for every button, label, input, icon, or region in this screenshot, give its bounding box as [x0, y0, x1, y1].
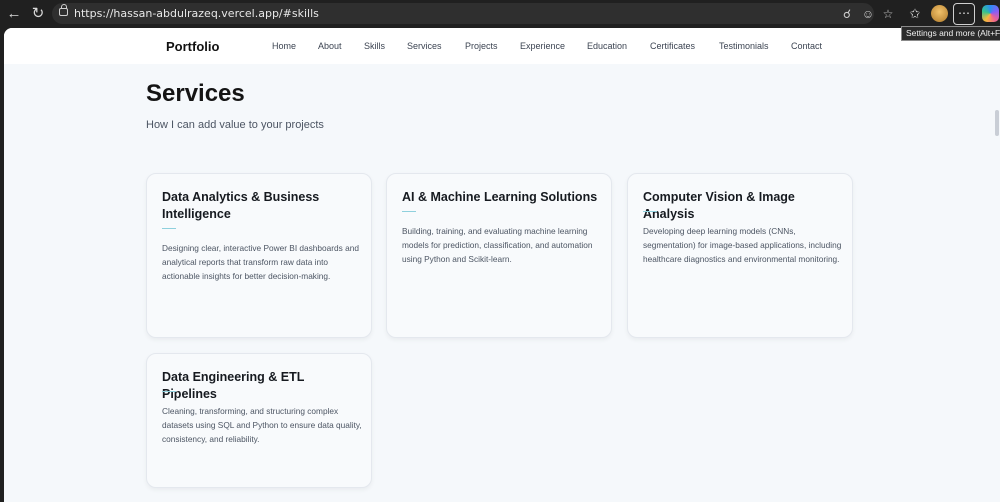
refresh-icon[interactable]: ↻ — [28, 4, 48, 24]
service-description: Building, training, and evaluating machi… — [402, 226, 593, 264]
service-card: Data Engineering & ETL Pipelines Cleanin… — [146, 353, 372, 488]
nav-experience[interactable]: Experience — [520, 41, 565, 51]
brand-logo[interactable]: Portfolio — [166, 39, 219, 54]
service-title: Computer Vision & Image Analysis — [643, 190, 795, 221]
favorites-icon[interactable]: ✩ — [905, 4, 925, 24]
profile-avatar[interactable] — [931, 5, 948, 22]
title-underline — [643, 211, 657, 212]
address-bar[interactable]: https://hassan-abdulrazeq.vercel.app/#sk… — [52, 3, 893, 24]
page-scrollbar[interactable] — [995, 110, 999, 136]
nav-certificates[interactable]: Certificates — [650, 41, 695, 51]
reader-icon[interactable]: ☺ — [860, 6, 876, 22]
nav-about[interactable]: About — [318, 41, 342, 51]
nav-testimonials[interactable]: Testimonials — [719, 41, 769, 51]
service-card: Data Analytics & Business Intelligence D… — [146, 173, 372, 338]
title-underline — [402, 211, 416, 212]
more-icon[interactable]: ⋯ — [953, 3, 975, 25]
section-title: Services — [146, 80, 245, 107]
nav-services[interactable]: Services — [407, 41, 442, 51]
service-description: Cleaning, transforming, and structuring … — [162, 406, 362, 444]
copilot-icon[interactable] — [982, 5, 999, 22]
url-text[interactable]: https://hassan-abdulrazeq.vercel.app/#sk… — [74, 7, 319, 20]
site-header: Portfolio Home About Skills Services Pro… — [4, 28, 1000, 64]
nav-skills[interactable]: Skills — [364, 41, 385, 51]
settings-tooltip: Settings and more (Alt+F) — [901, 26, 1000, 41]
service-title: AI & Machine Learning Solutions — [402, 190, 598, 204]
nav-projects[interactable]: Projects — [465, 41, 498, 51]
zoom-icon[interactable]: ☌ — [839, 6, 855, 22]
nav-contact[interactable]: Contact — [791, 41, 822, 51]
service-card: Computer Vision & Image Analysis Develop… — [627, 173, 853, 338]
nav-home[interactable]: Home — [272, 41, 296, 51]
service-description: Designing clear, interactive Power BI da… — [162, 243, 359, 281]
page-viewport: Portfolio Home About Skills Services Pro… — [4, 28, 1000, 502]
title-underline — [162, 228, 176, 229]
service-title: Data Analytics & Business Intelligence — [162, 190, 320, 221]
service-title: Data Engineering & ETL Pipelines — [162, 370, 305, 401]
back-arrow-icon[interactable]: ← — [4, 4, 24, 24]
nav-education[interactable]: Education — [587, 41, 627, 51]
browser-toolbar: ← ↻ https://hassan-abdulrazeq.vercel.app… — [0, 0, 1000, 28]
section-subtitle: How I can add value to your projects — [146, 119, 324, 131]
service-card: AI & Machine Learning Solutions Building… — [386, 173, 612, 338]
title-underline — [162, 391, 176, 392]
service-description: Developing deep learning models (CNNs, s… — [643, 226, 842, 264]
lock-icon[interactable] — [59, 4, 68, 16]
favorite-star-icon[interactable]: ☆ — [880, 6, 896, 22]
